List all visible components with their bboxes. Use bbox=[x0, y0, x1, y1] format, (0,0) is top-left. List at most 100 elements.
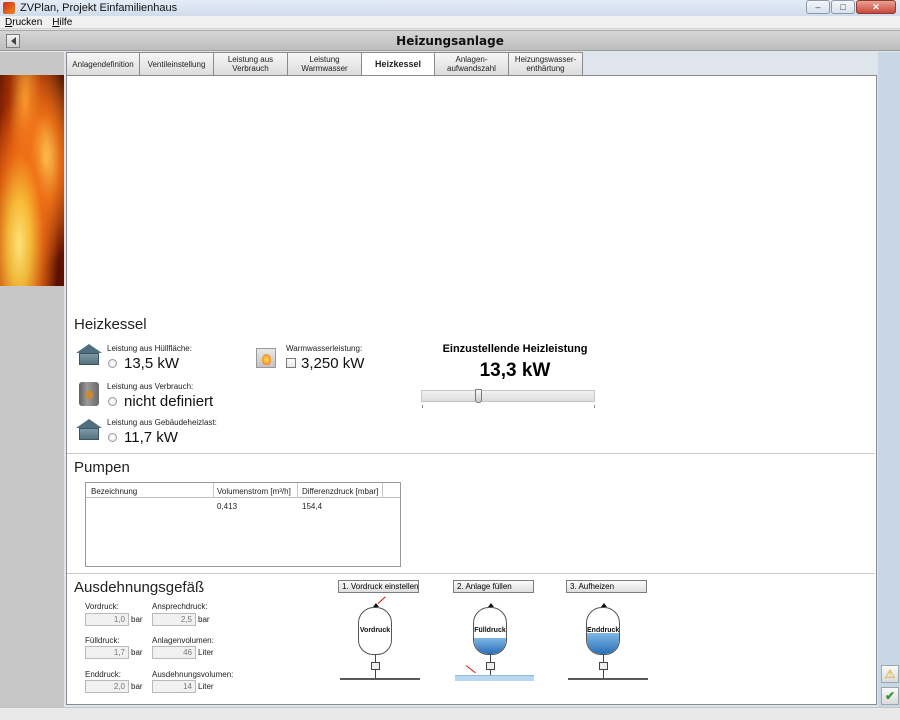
ausdehnungsvolumen-field[interactable]: 14 bbox=[152, 680, 196, 693]
huellflaeche-radio[interactable] bbox=[108, 359, 117, 368]
heizleistung-slider[interactable] bbox=[421, 390, 595, 402]
tab-heizkessel[interactable]: Heizkessel bbox=[361, 52, 435, 76]
heizleistung-value: 13,3 kW bbox=[479, 360, 551, 381]
warning-button[interactable]: ⚠ bbox=[881, 665, 899, 683]
slider-tick bbox=[422, 405, 423, 408]
ansprechdruck-label: Ansprechdruck: bbox=[152, 602, 208, 611]
tab-anlagenaufwandszahl[interactable]: Anlagen-aufwandszahl bbox=[434, 52, 509, 75]
gebaeude-value: 11,7 kW bbox=[124, 429, 178, 446]
tab-label: Leistung bbox=[309, 55, 340, 64]
menu-hilfe[interactable]: Hilfe bbox=[47, 17, 77, 28]
valve-icon bbox=[371, 662, 380, 670]
tab-leistung-warmwasser[interactable]: Leistung Warmwasser bbox=[287, 52, 362, 75]
tab-label-line2: Warmwasser bbox=[301, 64, 348, 73]
vessel-2-label: Fülldruck bbox=[474, 627, 506, 634]
step-3-title: 3. Aufheizen bbox=[566, 580, 647, 593]
tab-label: Leistung aus bbox=[227, 55, 274, 64]
ausdehnungsvolumen-unit: Liter bbox=[198, 682, 214, 691]
warmwasser-checkbox[interactable] bbox=[286, 358, 296, 368]
tab-label-line2: Verbrauch bbox=[232, 64, 269, 73]
anlagenvolumen-unit: Liter bbox=[198, 648, 214, 657]
tab-label: Heizungswasser- bbox=[514, 55, 577, 64]
warmwasser-value: 3,250 kW bbox=[301, 355, 365, 372]
gebaeude-radio[interactable] bbox=[108, 433, 117, 442]
menu-bar: Drucken Hilfe bbox=[0, 16, 900, 29]
ausdehnungsvolumen-label: Ausdehnungsvolumen: bbox=[152, 670, 234, 679]
vessel-3-label: Enddruck bbox=[587, 627, 620, 634]
section-title-pumpen: Pumpen bbox=[74, 459, 130, 476]
anlagenvolumen-label: Anlagenvolumen: bbox=[152, 636, 214, 645]
boiler-icon bbox=[79, 382, 99, 406]
pipe bbox=[340, 678, 420, 680]
menu-hilfe-label: ilfe bbox=[59, 16, 73, 28]
valve-icon bbox=[599, 662, 608, 670]
vessel-water bbox=[587, 633, 619, 654]
column-header-bezeichnung[interactable]: Bezeichnung bbox=[91, 487, 137, 496]
confirm-button[interactable]: ✔ bbox=[881, 687, 899, 705]
vessel-3: Enddruck bbox=[586, 607, 620, 655]
enddruck-field[interactable]: 2,0 bbox=[85, 680, 129, 693]
tab-label: Ventileinstellung bbox=[147, 59, 206, 69]
tab-bar: Anlagendefinition Ventileinstellung Leis… bbox=[66, 52, 583, 76]
enddruck-unit: bar bbox=[131, 682, 143, 691]
fuelldruck-unit: bar bbox=[131, 648, 143, 657]
tab-anlagendefinition[interactable]: Anlagendefinition bbox=[66, 52, 140, 75]
tab-ventileinstellung[interactable]: Ventileinstellung bbox=[139, 52, 214, 75]
cell-differenzdruck: 154,4 bbox=[302, 502, 323, 511]
status-bar bbox=[0, 707, 900, 720]
tab-leistung-verbrauch[interactable]: Leistung aus Verbrauch bbox=[213, 52, 288, 75]
warning-icon: ⚠ bbox=[884, 667, 896, 681]
table-header: Bezeichnung Volumenstrom [m³/h] Differen… bbox=[86, 483, 400, 498]
minimize-button[interactable]: – bbox=[806, 0, 830, 14]
vordruck-field[interactable]: 1,0 bbox=[85, 613, 129, 626]
pumpen-table: Bezeichnung Volumenstrom [m³/h] Differen… bbox=[85, 482, 401, 567]
enddruck-label: Enddruck: bbox=[85, 670, 122, 679]
vordruck-label: Vordruck: bbox=[85, 602, 119, 611]
tab-label: Anlagen- bbox=[455, 55, 488, 64]
ansprechdruck-unit: bar bbox=[198, 615, 210, 624]
step-1-title: 1. Vordruck einstellen bbox=[338, 580, 419, 593]
fuelldruck-label: Fülldruck: bbox=[85, 636, 120, 645]
tab-label: Anlagendefinition bbox=[72, 59, 134, 69]
ansprechdruck-field[interactable]: 2,5 bbox=[152, 613, 196, 626]
fuelldruck-field[interactable]: 1,7 bbox=[85, 646, 129, 659]
anlagenvolumen-field[interactable]: 46 bbox=[152, 646, 196, 659]
maximize-button[interactable]: □ bbox=[831, 0, 855, 14]
column-header-volumenstrom[interactable]: Volumenstrom [m³/h] bbox=[217, 487, 291, 496]
verbrauch-value: nicht definiert bbox=[124, 393, 214, 410]
section-title-heizkessel: Heizkessel bbox=[74, 316, 147, 333]
tab-label: Heizkessel bbox=[374, 59, 422, 69]
tab-heizungswasserenthaertung[interactable]: Heizungswasser-enthärtung bbox=[508, 52, 583, 75]
gebaeude-label: Leistung aus Gebäudeheizlast: bbox=[107, 418, 217, 427]
valve-icon bbox=[486, 662, 495, 670]
verbrauch-label: Leistung aus Verbrauch: bbox=[107, 382, 194, 391]
vessel-2: Fülldruck bbox=[473, 607, 507, 655]
tab-label-line2: aufwandszahl bbox=[447, 64, 496, 73]
app-icon bbox=[3, 2, 15, 14]
hot-water-icon bbox=[256, 348, 276, 368]
right-sidebar bbox=[878, 52, 900, 707]
vessel-1: Vordruck bbox=[358, 607, 392, 655]
huellflaeche-label: Leistung aus Hüllfläche: bbox=[107, 344, 192, 353]
pipe-filled bbox=[455, 675, 534, 681]
cell-volumenstrom: 0,413 bbox=[217, 502, 238, 511]
huellflaeche-value: 13,5 kW bbox=[124, 355, 180, 372]
divider bbox=[67, 573, 875, 574]
pipe bbox=[568, 678, 648, 680]
step-2-title: 2. Anlage füllen bbox=[453, 580, 534, 593]
page-header: Heizungsanlage bbox=[0, 30, 900, 51]
vordruck-unit: bar bbox=[131, 615, 143, 624]
heizleistung-slider-thumb[interactable] bbox=[475, 389, 483, 403]
column-header-differenzdruck[interactable]: Differenzdruck [mbar] bbox=[302, 487, 378, 496]
vessel-1-label: Vordruck bbox=[359, 627, 391, 634]
heizleistung-title: Einzustellende Heizleistung bbox=[442, 343, 588, 355]
flame-image bbox=[0, 75, 64, 286]
divider bbox=[67, 453, 875, 454]
tab-label-line2: enthärtung bbox=[526, 64, 565, 73]
close-button[interactable]: ✕ bbox=[856, 0, 896, 14]
house-icon bbox=[76, 344, 102, 366]
building-load-icon bbox=[76, 419, 102, 441]
menu-drucken[interactable]: Drucken bbox=[0, 17, 47, 28]
title-bar: ZVPlan, Projekt Einfamilienhaus – □ ✕ bbox=[0, 0, 900, 16]
verbrauch-radio[interactable] bbox=[108, 397, 117, 406]
